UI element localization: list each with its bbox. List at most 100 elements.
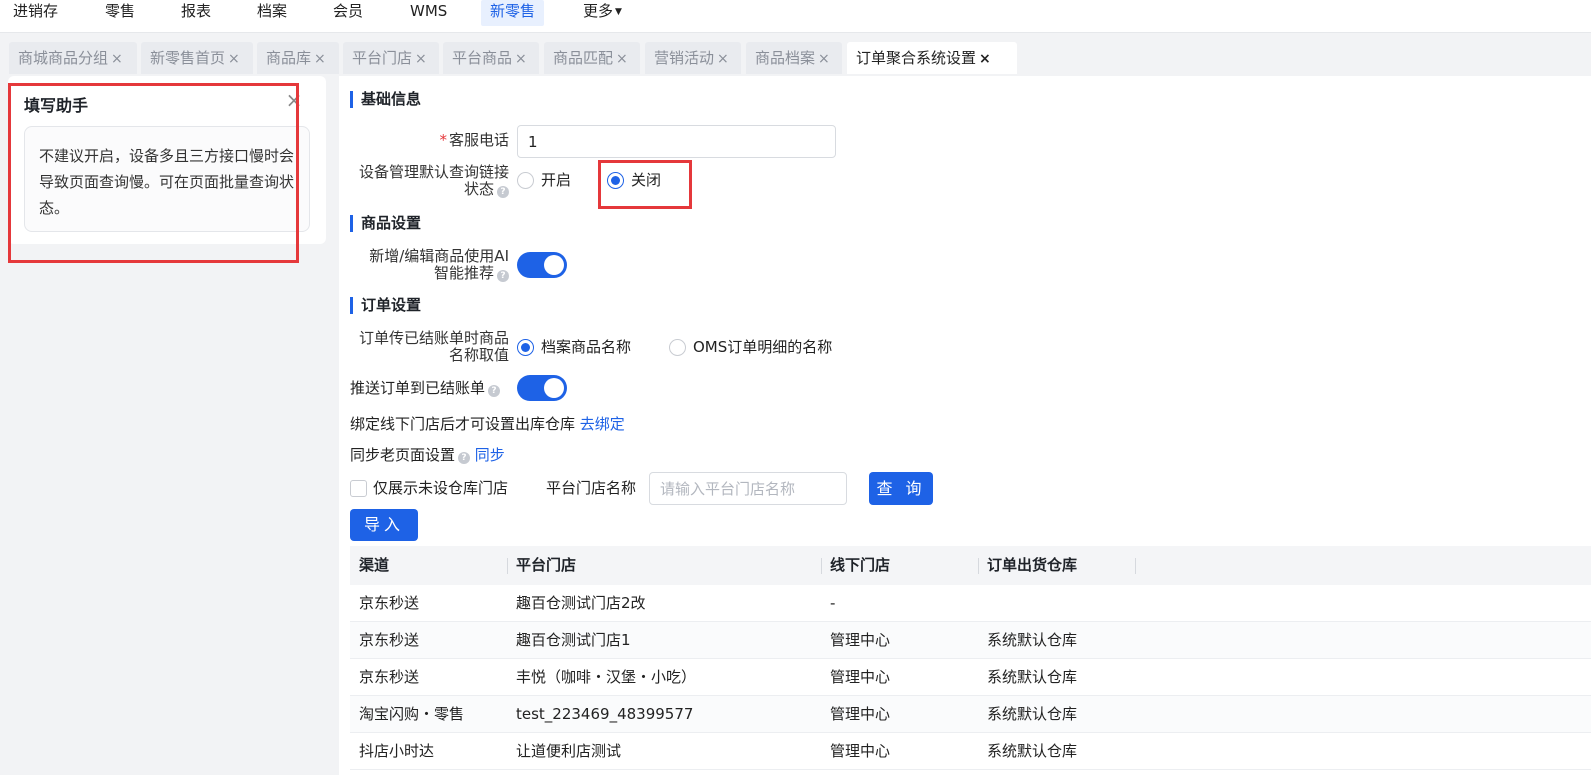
tab-mall-groups[interactable]: 商城商品分组 × [9, 42, 137, 74]
only-unset-label: 仅展示未设仓库门店 [373, 479, 509, 497]
query-button[interactable]: 查 询 [869, 472, 933, 505]
highlight-box-off-radio [598, 160, 692, 209]
tab-platform-products[interactable]: 平台商品 × [443, 42, 539, 74]
close-icon[interactable]: × [818, 51, 830, 67]
order-name-radio-archive[interactable]: 档案商品名称 [517, 337, 631, 357]
cell-platform-store: test_223469_48399577 [516, 705, 694, 723]
store-name-input[interactable] [649, 472, 847, 505]
ai-recommend-switch[interactable] [517, 252, 567, 278]
caret-down-icon: ▼ [615, 7, 622, 17]
table-row[interactable]: 抖店小时达 让道便利店测试 管理中心 系统默认仓库 [350, 733, 1591, 770]
highlight-box-helper [8, 83, 299, 263]
cell-offline-store: 管理中心 [830, 705, 891, 723]
radio-label: 开启 [541, 171, 572, 189]
nav-item-inventory[interactable]: 进销存 [4, 0, 67, 26]
column-header-offline-store: 线下门店 [830, 556, 891, 574]
cell-platform-store: 让道便利店测试 [516, 742, 622, 760]
tab-platform-stores[interactable]: 平台门店 × [343, 42, 439, 74]
ai-recommend-label: 新增/编辑商品使用AI 智能推荐? [339, 248, 509, 282]
table-row[interactable]: 淘宝闪购・零售 test_223469_48399577 管理中心 系统默认仓库 [350, 696, 1591, 733]
section-title-product: 商品设置 [350, 213, 421, 233]
tab-new-retail-home[interactable]: 新零售首页 × [141, 42, 253, 74]
bind-store-text: 绑定线下门店后才可设置出库仓库 [350, 415, 576, 433]
tab-product-archive[interactable]: 商品档案 × [746, 42, 842, 74]
tab-order-aggregation-settings[interactable]: 订单聚合系统设置 × [847, 42, 1017, 74]
close-icon[interactable]: × [979, 51, 991, 67]
help-icon[interactable]: ? [497, 270, 509, 282]
table-header: 渠道 平台门店 线下门店 订单出货仓库 [350, 546, 1591, 585]
tab-label: 平台商品 [452, 49, 513, 67]
close-icon[interactable]: × [111, 51, 123, 67]
service-phone-label-text: 客服电话 [448, 131, 509, 149]
close-icon[interactable]: × [415, 51, 427, 67]
order-name-label-line1: 订单传已结账单时商品 [358, 329, 509, 347]
tab-product-library[interactable]: 商品库 × [257, 42, 339, 74]
nav-item-new-retail[interactable]: 新零售 [481, 0, 545, 26]
sync-old-line: 同步老页面设置? 同步 [350, 445, 505, 465]
tab-label: 商品匹配 [553, 49, 614, 67]
order-name-label: 订单传已结账单时商品 名称取值 [339, 330, 509, 364]
only-unset-checkbox[interactable] [350, 480, 367, 497]
tab-label: 新零售首页 [150, 49, 226, 67]
cell-channel: 京东秒送 [359, 668, 420, 686]
tab-label: 商品档案 [755, 49, 816, 67]
settings-main: 基础信息 *客服电话 设备管理默认查询链接 状态? 开启 关闭 商品设置 新增/… [339, 76, 1591, 775]
cell-channel: 京东秒送 [359, 594, 420, 612]
device-query-radio-on[interactable]: 开启 [517, 170, 571, 190]
sync-link[interactable]: 同步 [475, 446, 505, 464]
cell-warehouse: 系统默认仓库 [987, 668, 1078, 686]
device-query-label-line1: 设备管理默认查询链接 [358, 163, 509, 181]
sync-old-text: 同步老页面设置 [350, 446, 456, 464]
nav-item-reports[interactable]: 报表 [172, 0, 220, 26]
nav-item-retail[interactable]: 零售 [96, 0, 144, 26]
section-title-order: 订单设置 [350, 295, 421, 315]
nav-item-member[interactable]: 会员 [324, 0, 372, 26]
order-name-label-line2: 名称取值 [448, 346, 509, 364]
radio-unchecked-icon [669, 339, 686, 356]
help-icon[interactable]: ? [497, 186, 509, 198]
top-nav: 进销存 零售 报表 档案 会员 WMS 新零售 更多 ▼ [0, 0, 1591, 33]
cell-warehouse [978, 585, 987, 622]
tab-bar: 商城商品分组 × 新零售首页 × 商品库 × 平台门店 × 平台商品 × 商品匹配 × 营销… [0, 38, 1591, 75]
column-header-channel: 渠道 [359, 556, 390, 574]
help-icon[interactable]: ? [488, 385, 501, 397]
radio-label: OMS订单明细的名称 [693, 338, 833, 356]
radio-unchecked-icon [517, 172, 534, 189]
tab-label: 订单聚合系统设置 [856, 49, 977, 67]
column-header-warehouse: 订单出货仓库 [987, 556, 1078, 574]
nav-item-more[interactable]: 更多 ▼ [574, 0, 631, 26]
order-name-radio-oms[interactable]: OMS订单明细的名称 [669, 337, 832, 357]
cell-channel: 京东秒送 [359, 631, 420, 649]
cell-warehouse: 系统默认仓库 [987, 742, 1078, 760]
radio-checked-icon [517, 339, 534, 356]
close-icon[interactable]: × [314, 51, 326, 67]
table-row[interactable]: 京东秒送 趣百仓测试门店1 管理中心 系统默认仓库 [350, 622, 1591, 659]
tab-label: 平台门店 [352, 49, 413, 67]
nav-item-wms[interactable]: WMS [401, 0, 456, 26]
cell-platform-store: 趣百仓测试门店2改 [516, 594, 646, 612]
nav-item-archive[interactable]: 档案 [248, 0, 296, 26]
table-row[interactable]: 京东秒送 趣百仓测试门店2改 - [350, 585, 1591, 622]
device-query-label-line2: 状态 [463, 180, 494, 198]
cell-offline-store: 管理中心 [830, 631, 891, 649]
ai-recommend-label-line1: 新增/编辑商品使用AI [369, 247, 509, 265]
device-query-label: 设备管理默认查询链接 状态? [339, 164, 509, 198]
import-button[interactable]: 导入 [350, 509, 418, 541]
close-icon[interactable]: × [228, 51, 240, 67]
radio-label: 档案商品名称 [541, 338, 632, 356]
tab-marketing[interactable]: 营销活动 × [645, 42, 741, 74]
push-order-switch[interactable] [517, 375, 567, 401]
push-order-label: 推送订单到已结账单? [350, 378, 501, 398]
store-name-label: 平台门店名称 [546, 479, 637, 497]
bind-store-link[interactable]: 去绑定 [580, 415, 625, 433]
tab-product-matching[interactable]: 商品匹配 × [544, 42, 640, 74]
close-icon[interactable]: × [717, 51, 729, 67]
cell-warehouse: 系统默认仓库 [987, 631, 1078, 649]
close-icon[interactable]: × [616, 51, 628, 67]
close-icon[interactable]: × [515, 51, 527, 67]
service-phone-input[interactable] [517, 125, 836, 158]
cell-channel: 抖店小时达 [359, 742, 435, 760]
bind-store-line: 绑定线下门店后才可设置出库仓库 去绑定 [350, 414, 625, 434]
table-row[interactable]: 京东秒送 丰悦（咖啡・汉堡・小吃） 管理中心 系统默认仓库 [350, 659, 1591, 696]
help-icon[interactable]: ? [458, 452, 471, 464]
